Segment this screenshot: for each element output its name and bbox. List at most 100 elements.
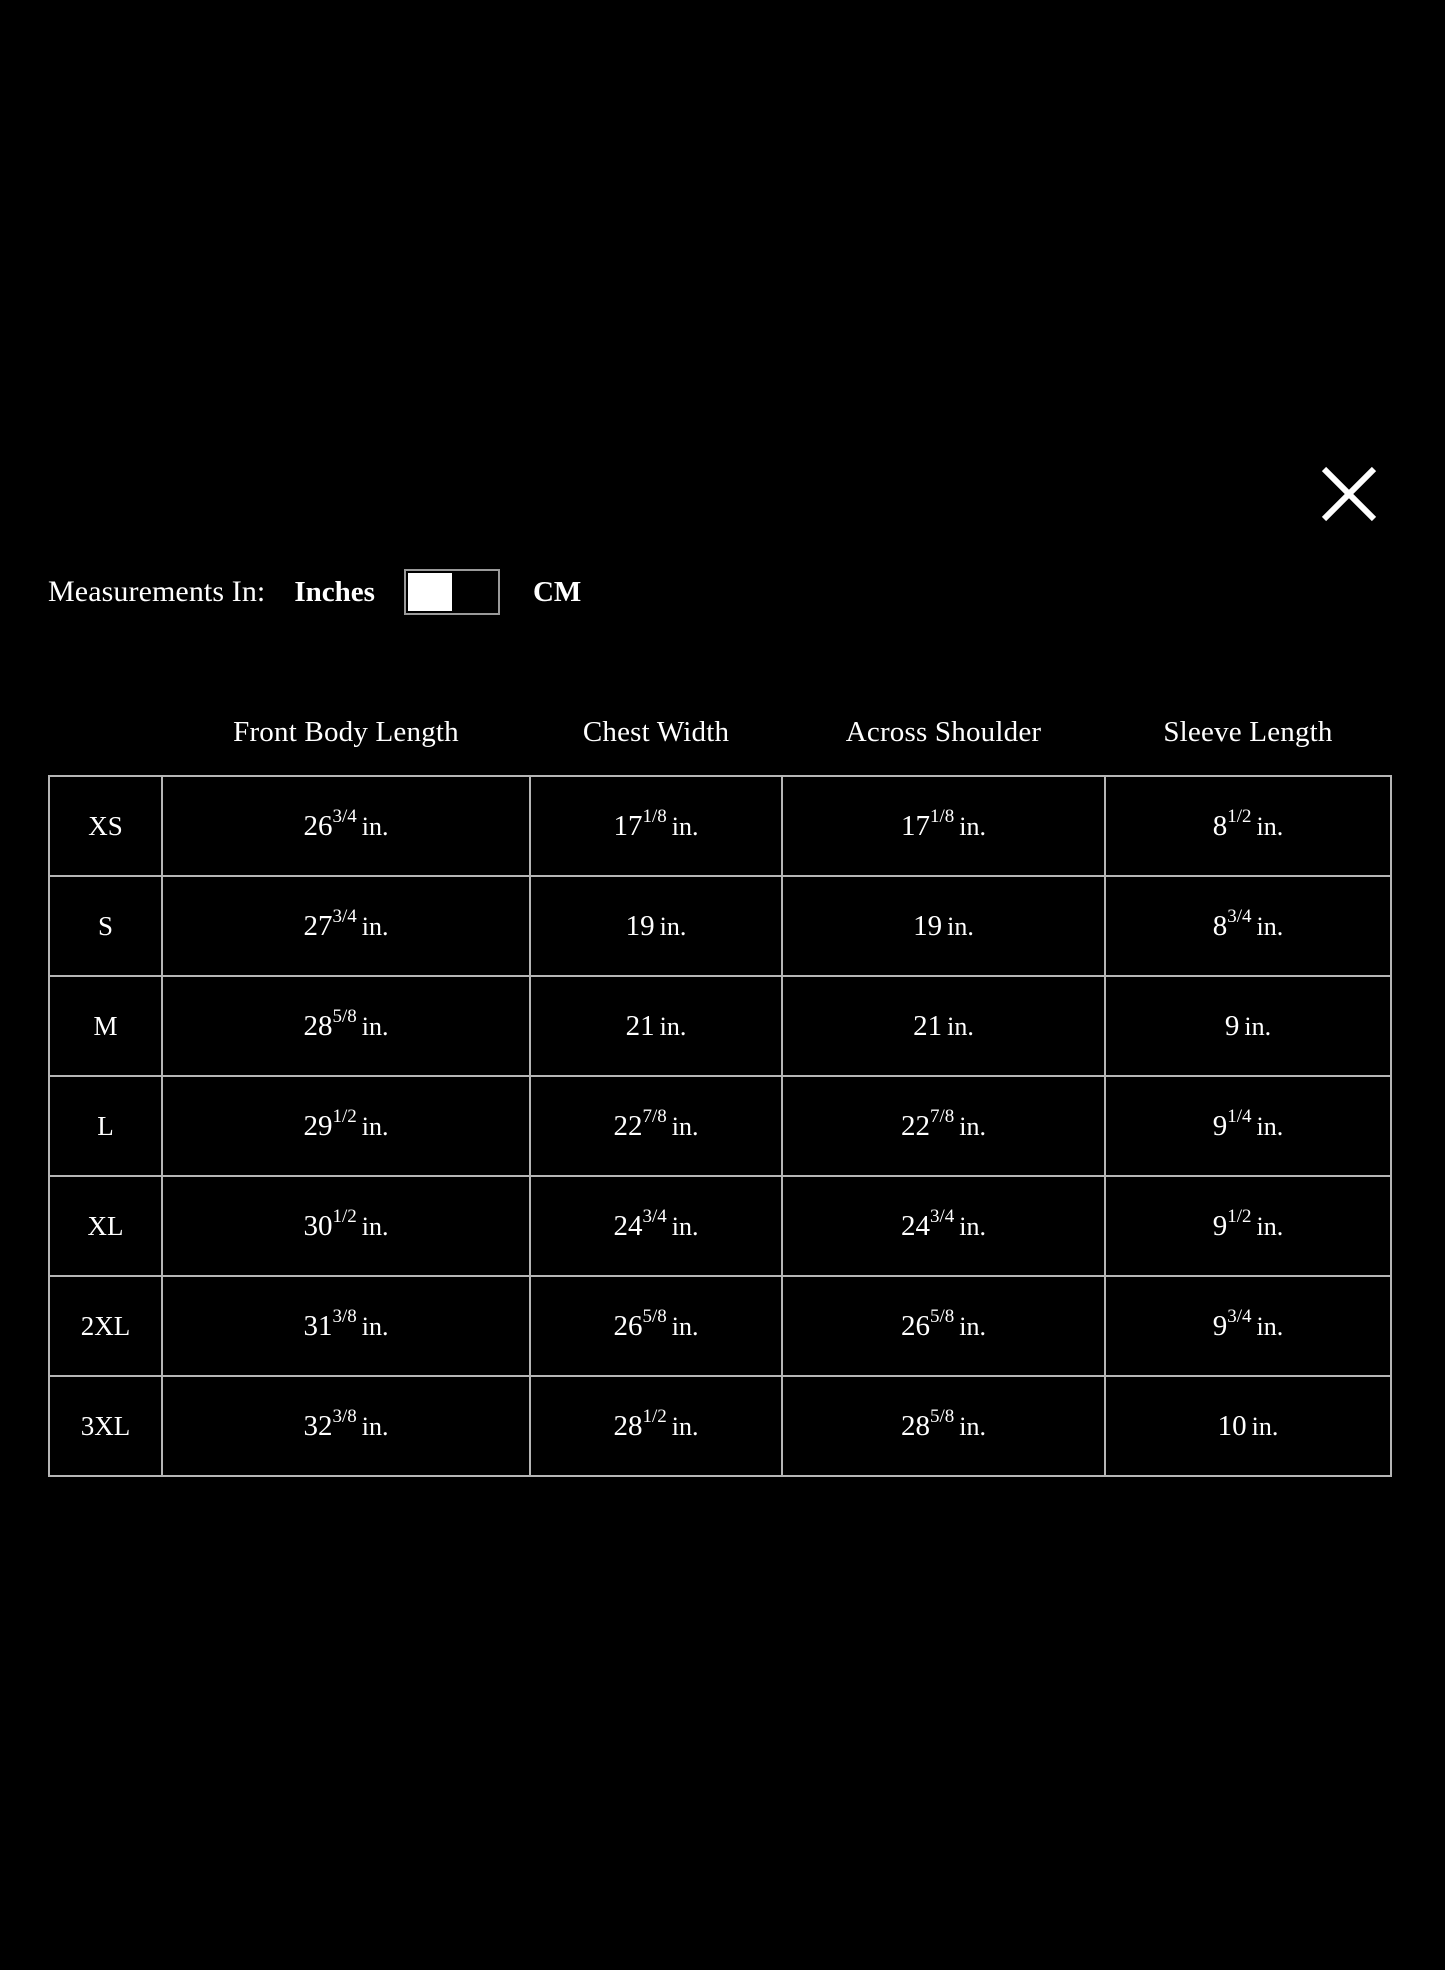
sleeve-length-value: 91/2 in. [1212,1207,1284,1243]
front-body-length-value: 263/4 in. [303,807,389,843]
front-body-length-value: 273/4 in. [303,907,389,943]
across-shoulder-value-whole: 19 [913,909,943,942]
chest-width-value-fraction: 7/8 [642,1106,667,1128]
sleeve-length-value-fraction: 1/2 [1227,1206,1252,1228]
chest-width-value-whole: 21 [625,1009,655,1042]
column-header-chest-width: Chest Width [582,716,730,748]
across-shoulder-value-unit: in. [947,1011,974,1041]
cell-front-body-length: 291/2 in. [161,1075,531,1177]
sleeve-length-value-whole: 9 [1212,1309,1228,1342]
table-row: 2XL 313/8 in. 265/8 in. 265/8 in. 93/4 in. [48,1275,1392,1377]
unit-option-inches[interactable]: Inches [294,576,375,609]
cell-front-body-length: 285/8 in. [161,975,531,1077]
across-shoulder-value-unit: in. [959,1411,986,1441]
size-chart-modal: Measurements In: Inches CM Front Body Le… [0,0,1445,1970]
front-body-length-value-whole: 32 [303,1409,333,1442]
cell-across-shoulder: 21 in. [781,975,1106,1077]
front-body-length-value-unit: in. [361,1111,389,1141]
size-label-m: M [48,975,163,1077]
across-shoulder-value-fraction: 5/8 [929,1406,955,1428]
across-shoulder-value-whole: 28 [900,1409,930,1442]
sleeve-length-value: 10 in. [1218,1410,1279,1443]
unit-option-cm[interactable]: CM [533,576,581,609]
across-shoulder-value-whole: 26 [900,1309,930,1342]
front-body-length-value-fraction: 3/8 [332,1406,357,1428]
across-shoulder-value: 227/8 in. [901,1107,986,1143]
chest-width-value-unit: in. [659,1011,687,1041]
cell-sleeve-length: 81/2 in. [1104,775,1392,877]
front-body-length-value-unit: in. [361,811,389,841]
close-button[interactable] [1318,463,1380,525]
across-shoulder-value: 21 in. [913,1010,974,1043]
cell-front-body-length: 263/4 in. [161,775,531,877]
front-body-length-value-fraction: 1/2 [332,1106,357,1128]
size-label-xs: XS [48,775,163,877]
sleeve-length-value-unit: in. [1256,1311,1284,1341]
across-shoulder-value: 19 in. [913,910,974,943]
front-body-length-value-unit: in. [361,1011,389,1041]
chest-width-value-fraction: 3/4 [642,1206,667,1228]
front-body-length-value-whole: 29 [303,1109,333,1142]
cell-sleeve-length: 10 in. [1104,1375,1392,1477]
front-body-length-value-unit: in. [361,1411,389,1441]
across-shoulder-value-unit: in. [959,1111,986,1141]
units-toggle-switch[interactable] [403,569,500,615]
table-header: Front Body Length Chest Width Across Sho… [49,716,1391,776]
chest-width-value: 243/4 in. [613,1207,698,1243]
sleeve-length-value-fraction: 3/4 [1227,1306,1252,1328]
cell-across-shoulder: 265/8 in. [781,1275,1106,1377]
front-body-length-value-fraction: 5/8 [332,1006,357,1028]
sleeve-length-value-whole: 9 [1212,1209,1228,1242]
table-row: XL 301/2 in. 243/4 in. 243/4 in. 91/2 in. [48,1175,1392,1277]
front-body-length-value-fraction: 3/4 [332,806,357,828]
size-label-s: S [48,875,163,977]
sleeve-length-value-unit: in. [1256,811,1284,841]
chest-width-value: 227/8 in. [613,1107,698,1143]
chest-width-value-unit: in. [671,811,699,841]
units-selector-row: Measurements In: Inches CM [48,569,581,615]
column-header-sleeve-length: Sleeve Length [1163,716,1333,748]
cell-across-shoulder: 227/8 in. [781,1075,1106,1177]
sleeve-length-value-fraction: 3/4 [1227,906,1252,928]
size-label-2xl: 2XL [48,1275,163,1377]
cell-chest-width: 281/2 in. [529,1375,783,1477]
chest-width-value: 171/8 in. [613,807,699,843]
front-body-length-value-whole: 27 [303,909,333,942]
front-body-length-value-fraction: 3/8 [332,1306,357,1328]
chest-width-value-whole: 24 [613,1209,643,1242]
across-shoulder-value-fraction: 1/8 [929,806,955,828]
table-body: XS 263/4 in. 171/8 in. 171/8 in. 81/2 in. S 273/4 i… [48,775,1392,1477]
front-body-length-value: 323/8 in. [303,1407,389,1443]
cell-chest-width: 227/8 in. [529,1075,783,1177]
front-body-length-value-whole: 28 [303,1009,333,1042]
table-header-row: Front Body Length Chest Width Across Sho… [49,716,1391,776]
size-table-container: Front Body Length Chest Width Across Sho… [48,716,1392,1477]
sleeve-length-value-whole: 8 [1212,909,1228,942]
chest-width-value-fraction: 1/8 [642,806,667,828]
column-header-front-body-length: Front Body Length [233,716,459,748]
across-shoulder-value-whole: 17 [900,809,930,842]
column-header-across-shoulder: Across Shoulder [845,716,1042,748]
across-shoulder-value-unit: in. [959,1211,986,1241]
cell-front-body-length: 313/8 in. [161,1275,531,1377]
sleeve-length-value: 9 in. [1225,1010,1271,1043]
chest-width-value-unit: in. [671,1311,699,1341]
sleeve-length-value-whole: 9 [1224,1009,1240,1042]
cell-across-shoulder: 243/4 in. [781,1175,1106,1277]
chest-width-value: 281/2 in. [613,1407,699,1443]
front-body-length-value: 301/2 in. [303,1207,388,1243]
across-shoulder-value-fraction: 5/8 [929,1306,955,1328]
front-body-length-value-unit: in. [361,911,389,941]
sleeve-length-value-unit: in. [1244,1011,1272,1041]
chest-width-value-fraction: 1/2 [642,1406,667,1428]
chest-width-value-unit: in. [671,1411,699,1441]
front-body-length-value: 313/8 in. [303,1307,388,1343]
cell-chest-width: 243/4 in. [529,1175,783,1277]
across-shoulder-value: 171/8 in. [900,807,986,843]
table-row: 3XL 323/8 in. 281/2 in. 285/8 in. 10 in. [48,1375,1392,1477]
front-body-length-value-whole: 30 [303,1209,333,1242]
sleeve-length-value-whole: 9 [1212,1109,1228,1142]
front-body-length-value-fraction: 3/4 [332,906,357,928]
chest-width-value-whole: 26 [613,1309,643,1342]
sleeve-length-value-fraction: 1/2 [1227,806,1252,828]
